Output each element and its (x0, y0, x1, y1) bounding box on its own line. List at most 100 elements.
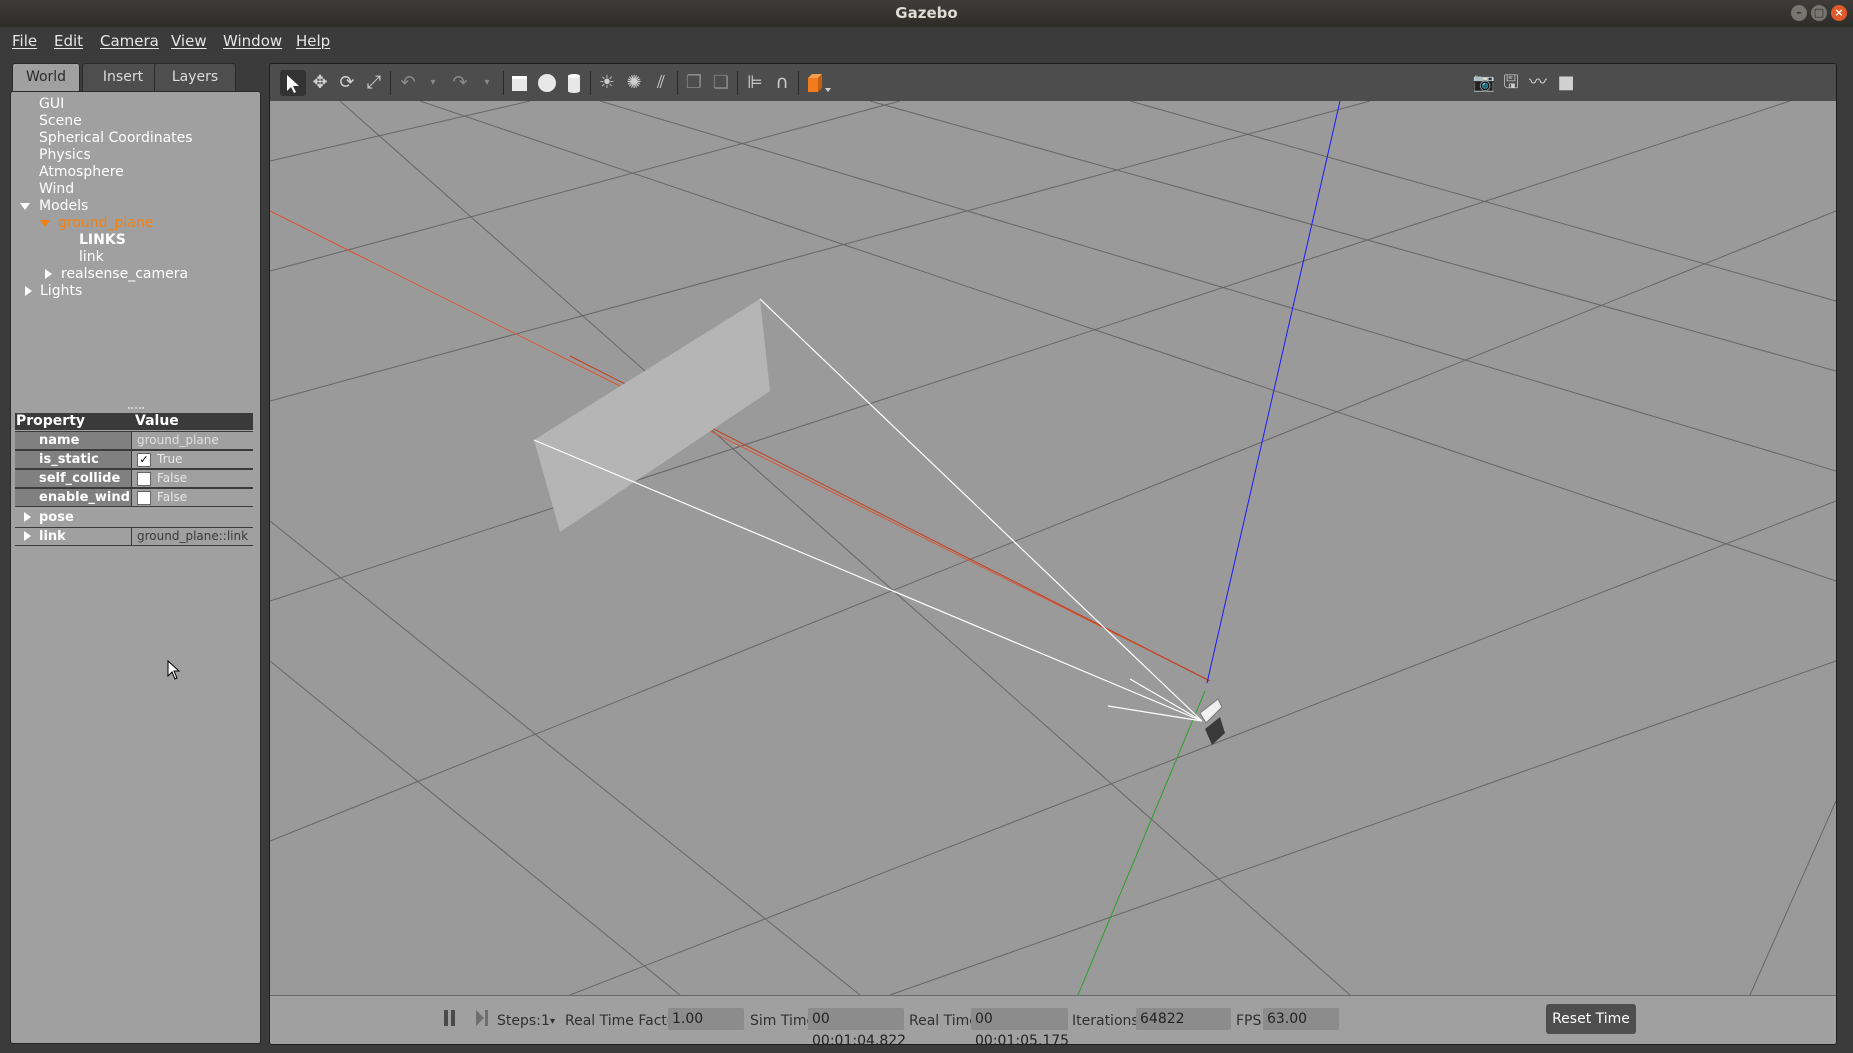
real-time-factor-field: 1.00 (668, 1008, 744, 1030)
tree-item-lights[interactable]: Lights (25, 283, 82, 300)
property-row-name: name ground_plane (15, 431, 253, 450)
tree-item-models[interactable]: Models (20, 198, 88, 215)
window-titlebar: Gazebo – □ × (0, 0, 1853, 27)
translate-icon[interactable]: ✥ (307, 70, 333, 96)
menu-help[interactable]: Help (296, 32, 330, 50)
copy-icon[interactable]: ❐ (681, 70, 707, 96)
toolbar-separator (737, 71, 738, 95)
point-light-icon[interactable]: ☀ (594, 70, 620, 96)
minimize-icon[interactable]: – (1791, 5, 1807, 21)
3d-scene[interactable] (270, 100, 1836, 996)
render-viewport: ✥ ⟳ ⤢ ↶ ▾ ↷ ▾ ☀ ✺ ⫽ ❐ ❏ ⊫ ∩ 📷 🖫 〰 ■ Step… (269, 63, 1837, 1045)
tab-world[interactable]: World (12, 63, 80, 93)
menu-edit[interactable]: Edit (54, 32, 83, 50)
iterations-label: Iterations: (1072, 1013, 1144, 1029)
left-panel (10, 91, 261, 1044)
is-static-checkbox[interactable]: ✓ (137, 452, 151, 467)
tree-item-scene[interactable]: Scene (39, 113, 82, 130)
tree-item-physics[interactable]: Physics (39, 147, 91, 164)
toolbar-separator (390, 71, 391, 95)
align-icon[interactable]: ⊫ (742, 70, 768, 96)
real-time-field: 00 00:01:05.175 (971, 1008, 1069, 1044)
panel-splitter-handle[interactable] (128, 407, 144, 411)
expand-realsense-camera-icon[interactable] (45, 269, 52, 279)
tree-item-link[interactable]: link (79, 249, 104, 266)
steps-label: Steps: (497, 1013, 541, 1029)
property-link-value: ground_plane::link (137, 529, 249, 543)
viewport-toolbar: ✥ ⟳ ⤢ ↶ ▾ ↷ ▾ ☀ ✺ ⫽ ❐ ❏ ⊫ ∩ 📷 🖫 〰 ■ (270, 64, 1836, 101)
property-column-header: Property (16, 413, 86, 429)
scale-icon[interactable]: ⤢ (361, 70, 387, 96)
sphere-icon[interactable] (534, 70, 560, 96)
cylinder-icon[interactable] (561, 70, 587, 96)
menu-file[interactable]: File (12, 32, 37, 50)
tree-item-wind[interactable]: Wind (39, 181, 74, 198)
reset-time-button[interactable]: Reset Time (1546, 1004, 1636, 1034)
tab-insert[interactable]: Insert (82, 63, 164, 91)
undo-dropdown-icon[interactable]: ▾ (420, 70, 446, 96)
menu-camera[interactable]: Camera (100, 32, 159, 50)
property-link-label: link (39, 529, 66, 544)
toolbar-separator (677, 71, 678, 95)
tree-item-atmosphere[interactable]: Atmosphere (39, 164, 124, 181)
expand-link-icon[interactable] (24, 531, 31, 541)
fps-label: FPS: (1236, 1013, 1267, 1029)
log-icon[interactable]: 🖫 (1498, 70, 1524, 96)
snap-icon[interactable]: ∩ (769, 70, 795, 96)
maximize-icon[interactable]: □ (1811, 5, 1827, 21)
menu-window[interactable]: Window (223, 32, 282, 50)
window-title: Gazebo (895, 4, 958, 22)
property-name-value[interactable]: ground_plane (137, 432, 219, 449)
select-arrow-icon[interactable] (280, 70, 306, 96)
expand-models-icon[interactable] (20, 202, 30, 210)
tree-item-ground-plane[interactable]: ground_plane (40, 215, 153, 232)
property-row-link[interactable]: link ground_plane::link (15, 527, 253, 546)
view-angle-icon[interactable] (803, 70, 831, 96)
self-collide-checkbox[interactable] (137, 471, 151, 486)
box-icon[interactable] (507, 70, 533, 96)
tree-item-links-header: LINKS (79, 232, 126, 248)
toolbar-separator (798, 71, 799, 95)
menu-view[interactable]: View (171, 32, 207, 50)
expand-lights-icon[interactable] (25, 286, 32, 296)
property-pose-label-cell: pose (15, 509, 132, 526)
plot-icon[interactable]: 〰 (1525, 70, 1551, 96)
expand-pose-icon[interactable] (24, 512, 31, 522)
spot-light-icon[interactable]: ✺ (621, 70, 647, 96)
property-link-label-cell: link (15, 528, 132, 545)
expand-ground-plane-icon[interactable] (40, 219, 50, 227)
property-is-static-label: is_static (15, 451, 132, 468)
tree-item-spherical-coordinates[interactable]: Spherical Coordinates (39, 130, 193, 147)
redo-icon[interactable]: ↷ (447, 70, 473, 96)
undo-icon[interactable]: ↶ (395, 70, 421, 96)
redo-dropdown-icon[interactable]: ▾ (474, 70, 500, 96)
property-is-static-value-cell: ✓ True (137, 451, 183, 468)
toolbar-separator (503, 71, 504, 95)
record-icon[interactable]: ■ (1553, 70, 1579, 96)
paste-icon[interactable]: ❏ (708, 70, 734, 96)
tree-item-models-label: Models (39, 198, 89, 214)
mouse-cursor-icon (167, 660, 181, 680)
value-column-header: Value (135, 413, 179, 429)
enable-wind-checkbox[interactable] (137, 490, 151, 505)
screenshot-icon[interactable]: 📷 (1471, 70, 1497, 96)
tree-item-gui[interactable]: GUI (39, 96, 64, 113)
pause-icon[interactable] (443, 1009, 457, 1031)
tab-layers[interactable]: Layers (154, 63, 236, 91)
steps-value[interactable]: 1 (541, 1013, 550, 1029)
scene-canvas[interactable] (270, 100, 1836, 996)
simulation-status-bar: Steps: 1 ▾ Real Time Factor: 1.00 Sim Ti… (270, 995, 1836, 1044)
tree-item-realsense-camera[interactable]: realsense_camera (45, 266, 188, 283)
property-row-pose[interactable]: pose (15, 508, 253, 527)
sim-time-field: 00 00:01:04.822 (808, 1008, 906, 1044)
steps-dropdown-icon[interactable]: ▾ (550, 1016, 555, 1027)
property-row-enable-wind: enable_wind False (15, 488, 253, 507)
step-forward-icon[interactable] (474, 1009, 490, 1031)
menu-bar: File Edit Camera View Window Help (0, 27, 1853, 54)
directional-light-icon[interactable]: ⫽ (648, 70, 674, 96)
close-icon[interactable]: × (1831, 5, 1847, 21)
property-enable-wind-label: enable_wind (15, 489, 132, 506)
property-enable-wind-value: False (157, 490, 188, 504)
toolbar-separator (590, 71, 591, 95)
rotate-icon[interactable]: ⟳ (334, 70, 360, 96)
